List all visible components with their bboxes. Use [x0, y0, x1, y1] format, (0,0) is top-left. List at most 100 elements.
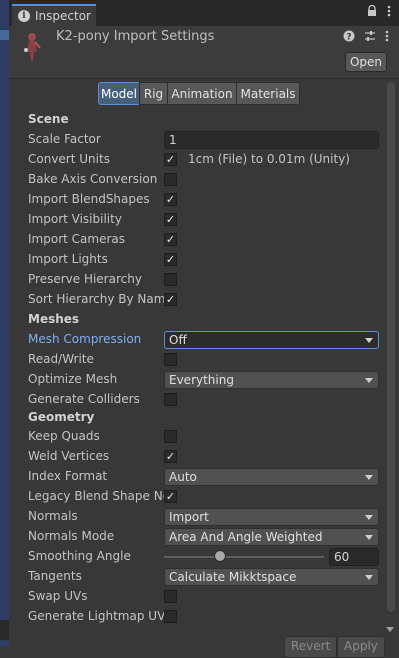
scale-factor-input[interactable]: 1	[164, 131, 379, 149]
keep-quads-checkbox[interactable]	[164, 430, 177, 443]
import-visibility-label: Import Visibility	[28, 212, 122, 226]
row-mesh-compression: Mesh Compression Off	[9, 330, 387, 350]
mesh-compression-label: Mesh Compression	[28, 332, 142, 346]
apply-button[interactable]: Apply	[337, 636, 385, 658]
dropdown-value: Calculate Mikktspace	[169, 570, 297, 584]
row-preserve-hierarchy: Preserve Hierarchy	[9, 270, 387, 290]
row-swap-uvs: Swap UVs	[9, 587, 387, 607]
chevron-down-icon	[365, 378, 373, 383]
row-legacy-blend: Legacy Blend Shape Normals ✓	[9, 487, 387, 507]
tab-rig[interactable]: Rig	[139, 82, 168, 105]
index-format-label: Index Format	[28, 469, 108, 483]
import-visibility-checkbox[interactable]: ✓	[164, 213, 177, 226]
row-import-lights: Import Lights ✓	[9, 250, 387, 270]
optimize-mesh-label: Optimize Mesh	[28, 372, 118, 386]
normals-mode-label: Normals Mode	[28, 529, 115, 543]
normals-mode-dropdown[interactable]: Area And Angle Weighted	[164, 528, 379, 546]
normals-label: Normals	[28, 509, 78, 523]
scene-view-edge	[0, 0, 9, 647]
mesh-compression-dropdown[interactable]: Off	[164, 331, 379, 349]
tab-materials[interactable]: Materials	[236, 82, 300, 105]
section-meshes: Meshes	[9, 310, 387, 330]
smoothing-angle-label: Smoothing Angle	[28, 549, 131, 563]
header-menu-icon[interactable]	[385, 30, 389, 45]
revert-button[interactable]: Revert	[284, 636, 338, 658]
scrollbar[interactable]	[387, 82, 395, 612]
tab-model[interactable]: Model	[98, 82, 140, 105]
optimize-mesh-dropdown[interactable]: Everything	[164, 371, 379, 389]
row-weld-vertices: Weld Vertices ✓	[9, 447, 387, 467]
generate-lightmap-uvs-checkbox[interactable]	[164, 610, 177, 623]
row-import-cameras: Import Cameras ✓	[9, 230, 387, 250]
row-smoothing-angle: Smoothing Angle 60	[9, 547, 387, 567]
convert-units-checkbox[interactable]: ✓	[164, 153, 177, 166]
tab-inspector[interactable]: i Inspector	[12, 4, 96, 26]
dropdown-value: Auto	[169, 470, 197, 484]
import-lights-label: Import Lights	[28, 252, 108, 266]
row-tangents: Tangents Calculate Mikktspace	[9, 567, 387, 587]
row-generate-colliders: Generate Colliders	[9, 390, 387, 410]
tangents-dropdown[interactable]: Calculate Mikktspace	[164, 568, 379, 586]
convert-units-label: Convert Units	[28, 152, 110, 166]
lock-icon[interactable]	[367, 4, 377, 20]
section-title: Geometry	[28, 410, 95, 424]
help-icon[interactable]: ?	[343, 30, 355, 45]
section-title: Meshes	[28, 312, 80, 326]
smoothing-angle-thumb[interactable]	[214, 550, 226, 562]
row-sort-hierarchy: Sort Hierarchy By Name ✓	[9, 290, 387, 310]
chevron-down-icon	[365, 475, 373, 480]
sort-hierarchy-label: Sort Hierarchy By Name	[28, 292, 164, 306]
convert-units-note: 1cm (File) to 0.01m (Unity)	[188, 152, 350, 166]
import-blendshapes-checkbox[interactable]: ✓	[164, 193, 177, 206]
svg-text:?: ?	[346, 33, 351, 43]
import-tabs: Model Rig Animation Materials	[98, 82, 300, 105]
header-title: K2-pony Import Settings	[56, 29, 215, 44]
scale-factor-label: Scale Factor	[28, 132, 101, 146]
import-blendshapes-label: Import BlendShapes	[28, 192, 150, 206]
generate-colliders-label: Generate Colliders	[28, 392, 140, 406]
swap-uvs-label: Swap UVs	[28, 589, 88, 603]
tab-controls	[367, 4, 391, 20]
read-write-checkbox[interactable]	[164, 353, 177, 366]
normals-dropdown[interactable]: Import	[164, 508, 379, 526]
smoothing-angle-slider[interactable]	[164, 556, 324, 558]
read-write-label: Read/Write	[28, 352, 94, 366]
dropdown-value: Area And Angle Weighted	[169, 530, 323, 544]
smoothing-angle-input[interactable]: 60	[329, 548, 379, 566]
presets-icon[interactable]	[364, 30, 376, 45]
chevron-down-icon	[365, 535, 373, 540]
section-geometry: Geometry	[9, 408, 387, 428]
generate-lightmap-uvs-label: Generate Lightmap UVs	[28, 609, 164, 623]
row-index-format: Index Format Auto	[9, 467, 387, 487]
chevron-down-icon	[365, 515, 373, 520]
section-title: Scene	[28, 112, 69, 126]
row-import-visibility: Import Visibility ✓	[9, 210, 387, 230]
import-cameras-checkbox[interactable]: ✓	[164, 233, 177, 246]
tab-animation[interactable]: Animation	[167, 82, 237, 105]
preserve-hierarchy-checkbox[interactable]	[164, 273, 177, 286]
bake-axis-label: Bake Axis Conversion	[28, 172, 158, 186]
row-generate-lightmap-uvs: Generate Lightmap UVs	[9, 607, 387, 627]
tab-bar: i Inspector	[9, 0, 399, 27]
swap-uvs-checkbox[interactable]	[164, 590, 177, 603]
bake-axis-checkbox[interactable]	[164, 173, 177, 186]
generate-colliders-checkbox[interactable]	[164, 393, 177, 406]
import-lights-checkbox[interactable]: ✓	[164, 253, 177, 266]
scene-view-strip	[0, 30, 9, 40]
import-cameras-label: Import Cameras	[28, 232, 125, 246]
preserve-hierarchy-label: Preserve Hierarchy	[28, 272, 142, 286]
keep-quads-label: Keep Quads	[28, 429, 100, 443]
row-read-write: Read/Write	[9, 350, 387, 370]
kebab-menu-icon[interactable]	[387, 5, 391, 20]
weld-vertices-checkbox[interactable]: ✓	[164, 450, 177, 463]
sort-hierarchy-checkbox[interactable]: ✓	[164, 293, 177, 306]
section-scene: Scene	[9, 110, 387, 130]
row-normals: Normals Import	[9, 507, 387, 527]
open-button[interactable]: Open	[345, 52, 387, 72]
tab-title: Inspector	[35, 9, 91, 23]
legacy-blend-checkbox[interactable]: ✓	[164, 490, 177, 503]
weld-vertices-label: Weld Vertices	[28, 449, 110, 463]
row-optimize-mesh: Optimize Mesh Everything	[9, 370, 387, 390]
chevron-down-icon	[365, 338, 373, 343]
index-format-dropdown[interactable]: Auto	[164, 468, 379, 486]
